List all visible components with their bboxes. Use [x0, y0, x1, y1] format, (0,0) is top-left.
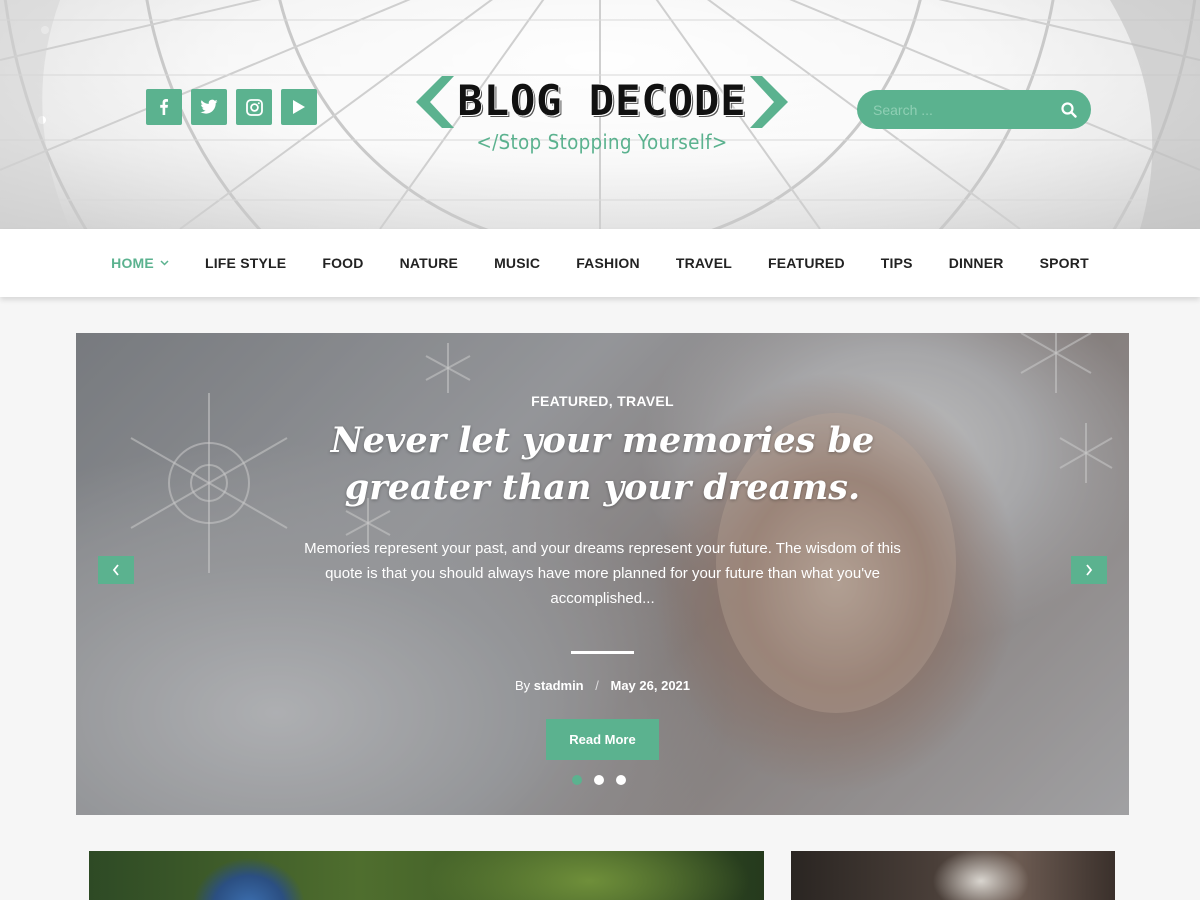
main-navigation: HOME LIFE STYLE FOOD NATURE MUSIC FASHIO…: [0, 229, 1200, 297]
slider-dots: [572, 775, 626, 785]
slide-title[interactable]: Never let your memories be greater than …: [256, 417, 949, 511]
slider-dot-1[interactable]: [572, 775, 582, 785]
instagram-icon: [245, 98, 263, 116]
nav-item-label: DINNER: [948, 255, 1004, 271]
nav-item-label: TIPS: [880, 255, 913, 271]
featured-slider: FEATURED, TRAVEL Never let your memories…: [76, 333, 1129, 815]
nav-item-tips[interactable]: TIPS: [863, 255, 931, 271]
nav-item-sport[interactable]: SPORT: [1022, 255, 1107, 271]
nav-item-dinner[interactable]: DINNER: [931, 255, 1022, 271]
nav-item-featured[interactable]: FEATURED: [750, 255, 863, 271]
nav-item-label: HOME: [111, 255, 154, 271]
slide-meta: By stadmin / May 26, 2021: [76, 678, 1129, 693]
slide-author-link[interactable]: stadmin: [534, 678, 584, 693]
nav-item-label: MUSIC: [494, 255, 541, 271]
nav-item-travel[interactable]: TRAVEL: [658, 255, 750, 271]
nav-item-label: FEATURED: [768, 255, 845, 271]
nav-item-label: LIFE STYLE: [204, 255, 287, 271]
slide-categories[interactable]: FEATURED, TRAVEL: [76, 393, 1129, 409]
youtube-button[interactable]: [281, 89, 317, 125]
chevron-down-icon: [160, 260, 169, 266]
nav-item-nature[interactable]: NATURE: [382, 255, 477, 271]
search-box: [857, 90, 1091, 129]
nav-item-fashion[interactable]: FASHION: [558, 255, 658, 271]
site-header: BLOG DECODE </Stop Stopping Yourself>: [0, 0, 1200, 229]
slider-next-button[interactable]: [1071, 556, 1107, 584]
read-more-button[interactable]: Read More: [546, 719, 659, 760]
search-icon[interactable]: [1061, 101, 1077, 118]
slider-dot-3[interactable]: [616, 775, 626, 785]
search-input[interactable]: [873, 101, 1061, 118]
facebook-icon: [160, 99, 168, 115]
slider-dot-2[interactable]: [594, 775, 604, 785]
nav-item-life-style[interactable]: LIFE STYLE: [187, 255, 304, 271]
site-logo[interactable]: BLOG DECODE </Stop Stopping Yourself>: [416, 72, 788, 162]
slide-divider: [571, 651, 634, 654]
slide-meta-separator: /: [595, 678, 599, 693]
nav-item-home[interactable]: HOME: [93, 255, 187, 271]
nav-item-music[interactable]: MUSIC: [476, 255, 558, 271]
nav-item-label: TRAVEL: [675, 255, 732, 271]
nav-item-label: NATURE: [399, 255, 459, 271]
post-card-image-kingfisher[interactable]: [89, 851, 764, 900]
chevron-left-icon: [112, 564, 119, 576]
nav-item-label: FASHION: [576, 255, 640, 271]
logo-left-chevron-icon: [416, 76, 454, 128]
nav-item-label: SPORT: [1039, 255, 1089, 271]
post-card-image-camera[interactable]: [791, 851, 1115, 900]
logo-right-chevron-icon: [750, 76, 788, 128]
slide-excerpt: Memories represent your past, and your d…: [304, 540, 901, 607]
twitter-button[interactable]: [191, 89, 227, 125]
nav-item-food[interactable]: FOOD: [304, 255, 381, 271]
site-tagline: </Stop Stopping Yourself>: [476, 130, 728, 154]
site-title: BLOG DECODE: [457, 76, 747, 125]
nav-item-label: FOOD: [322, 255, 364, 271]
slide-by-label: By: [514, 678, 531, 693]
twitter-icon: [200, 99, 218, 114]
youtube-icon: [293, 100, 305, 114]
instagram-button[interactable]: [236, 89, 272, 125]
facebook-button[interactable]: [146, 89, 182, 125]
social-links: [146, 89, 317, 125]
slide-date-link[interactable]: May 26, 2021: [611, 678, 691, 693]
slider-prev-button[interactable]: [98, 556, 134, 584]
chevron-right-icon: [1086, 564, 1093, 576]
